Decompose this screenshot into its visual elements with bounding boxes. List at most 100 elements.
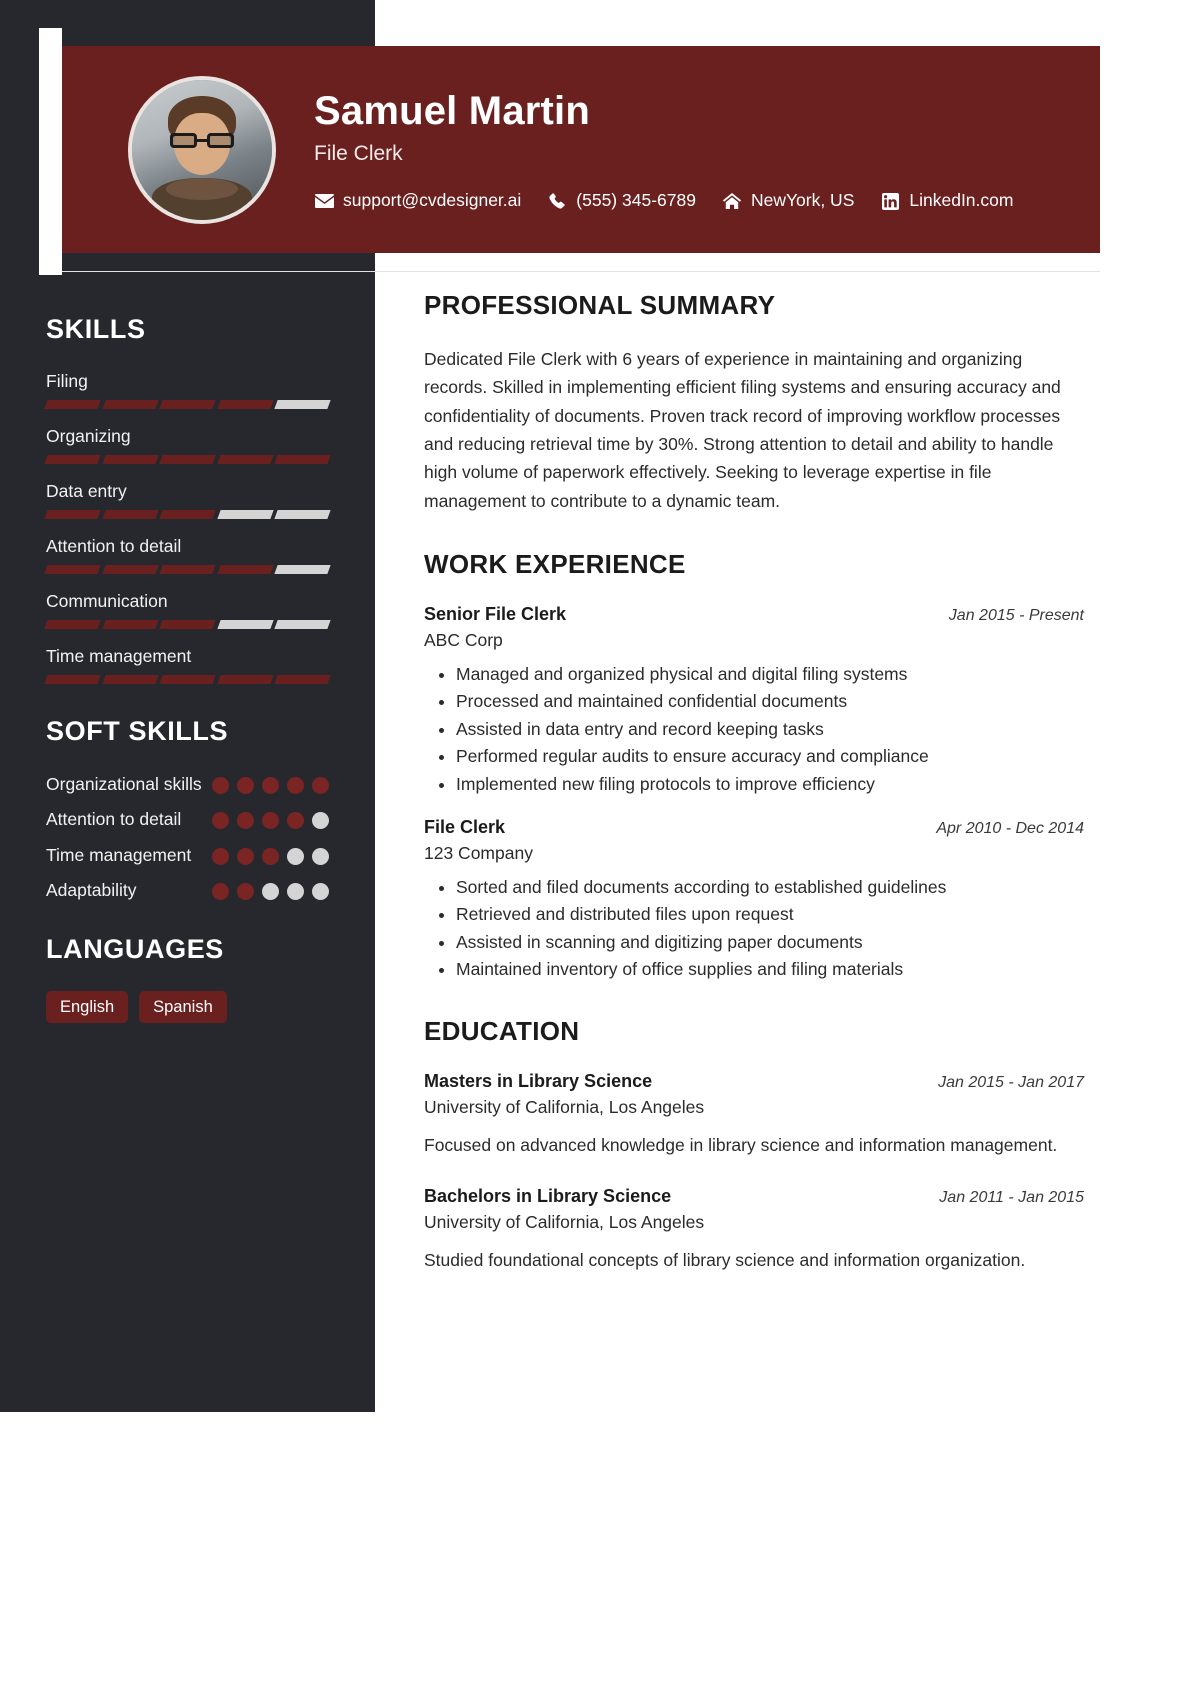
education-entry-header: Masters in Library Science Jan 2015 - Jan… xyxy=(424,1071,1084,1092)
work-entry-company: ABC Corp xyxy=(424,630,503,651)
page-title: Samuel Martin xyxy=(314,89,590,134)
contact-email[interactable]: support@cvdesigner.ai xyxy=(314,192,521,210)
rating-dot xyxy=(212,847,229,865)
contact-phone[interactable]: (555) 345-6789 xyxy=(547,192,696,210)
education-entry-description: Focused on advanced knowledge in library… xyxy=(424,1135,1058,1156)
skill-bar-segment xyxy=(217,565,274,574)
list-item: Processed and maintained confidential do… xyxy=(456,689,1084,714)
skill-level-bar xyxy=(44,675,331,684)
education-list: Masters in Library Science Jan 2015 - Jan… xyxy=(424,1071,1084,1273)
rating-dot xyxy=(212,812,229,830)
rating-dot xyxy=(312,883,329,901)
work-entry-bullets: Sorted and filed documents according to … xyxy=(424,875,1084,983)
soft-skills-heading: SOFT SKILLS xyxy=(46,716,229,746)
skill-bar-segment xyxy=(159,400,216,409)
soft-skills-list: Organizational skills Attention to detail… xyxy=(46,773,329,902)
skill-bar-segment xyxy=(274,455,331,464)
sidebar: SKILLS Filing Organizing Data entry Attenti… xyxy=(0,290,375,1024)
skill-item: Organizing xyxy=(44,426,331,464)
rating-dot xyxy=(312,812,329,830)
skill-item: Filing xyxy=(44,371,331,409)
soft-skill-rating xyxy=(212,879,329,901)
list-item: Assisted in data entry and record keepin… xyxy=(456,717,1084,742)
main-content: PROFESSIONAL SUMMARY Dedicated File Cler… xyxy=(424,290,1084,1308)
skill-bar-segment xyxy=(274,675,331,684)
skill-bar-segment xyxy=(274,400,331,409)
envelope-icon xyxy=(314,193,335,210)
contact-list: support@cvdesigner.ai (555) 345-6789 New… xyxy=(314,192,1039,210)
skill-bar-segment xyxy=(101,620,158,629)
skills-list: Filing Organizing Data entry Attention to d… xyxy=(44,371,331,684)
work-entry: Senior File Clerk Jan 2015 - Present ABC C… xyxy=(424,604,1084,797)
rating-dot xyxy=(237,883,254,901)
education-entry-school: University of California, Los Angeles xyxy=(424,1211,705,1232)
rating-dot xyxy=(237,777,254,794)
professional-summary-heading: PROFESSIONAL SUMMARY xyxy=(424,290,776,320)
work-entry-date: Apr 2010 - Dec 2014 xyxy=(936,819,1084,837)
skill-bar-segment xyxy=(217,400,274,409)
work-entry-header: File Clerk Apr 2010 - Dec 2014 xyxy=(424,817,1084,838)
skill-level-bar xyxy=(44,455,331,464)
avatar xyxy=(128,75,276,224)
education-section: EDUCATION Masters in Library Science Jan … xyxy=(424,1016,1084,1273)
professional-summary-section: PROFESSIONAL SUMMARY Dedicated File Cler… xyxy=(424,290,1084,515)
home-icon xyxy=(722,193,743,210)
skill-bar-segment xyxy=(101,510,158,519)
skill-bar-segment xyxy=(159,455,216,464)
rating-dot xyxy=(212,883,229,901)
work-experience-section: WORK EXPERIENCE Senior File Clerk Jan 201… xyxy=(424,549,1084,982)
skill-item: Time management xyxy=(44,646,331,684)
skill-label: Filing xyxy=(46,371,88,391)
skill-bar-segment xyxy=(159,510,216,519)
soft-skill-label: Organizational skills xyxy=(46,774,202,794)
skill-bar-segment xyxy=(101,675,158,684)
professional-summary-text: Dedicated File Clerk with 6 years of exp… xyxy=(424,349,1061,511)
resume-header: Samuel Martin File Clerk support@cvdesig… xyxy=(62,46,1100,253)
contact-linkedin[interactable]: LinkedIn.com xyxy=(880,192,1013,210)
list-item: Implemented new filing protocols to impr… xyxy=(456,772,1084,797)
rating-dot xyxy=(287,883,304,901)
skill-label: Attention to detail xyxy=(46,536,182,556)
skill-bar-segment xyxy=(274,620,331,629)
skill-bar-segment xyxy=(101,400,158,409)
header-left-white-edge xyxy=(39,28,62,275)
languages-list: English Spanish xyxy=(46,990,329,1024)
list-item: Retrieved and distributed files upon req… xyxy=(456,902,1084,927)
rating-dot xyxy=(262,883,279,901)
job-title: File Clerk xyxy=(314,142,403,166)
contact-linkedin-text: LinkedIn.com xyxy=(909,190,1014,211)
soft-skill-item: Adaptability xyxy=(46,879,329,901)
skill-label: Organizing xyxy=(46,426,131,446)
education-entry-degree: Masters in Library Science xyxy=(424,1071,653,1092)
skill-item: Communication xyxy=(44,591,331,629)
skill-level-bar xyxy=(44,565,331,574)
rating-dot xyxy=(212,777,229,794)
soft-skill-rating xyxy=(212,844,329,865)
skill-bar-segment xyxy=(159,620,216,629)
soft-skill-rating xyxy=(212,808,329,830)
rating-dot xyxy=(237,847,254,865)
work-entry-header: Senior File Clerk Jan 2015 - Present xyxy=(424,604,1084,625)
education-entry-school: University of California, Los Angeles xyxy=(424,1097,705,1118)
skill-bar-segment xyxy=(274,510,331,519)
skill-bar-segment xyxy=(159,565,216,574)
phone-icon xyxy=(547,192,568,210)
rating-dot xyxy=(287,812,304,830)
work-experience-list: Senior File Clerk Jan 2015 - Present ABC C… xyxy=(424,604,1084,982)
skill-level-bar xyxy=(44,400,331,409)
skill-bar-segment xyxy=(44,400,101,409)
rating-dot xyxy=(237,812,254,830)
skill-level-bar xyxy=(44,510,331,519)
rating-dot xyxy=(312,847,329,865)
skill-item: Attention to detail xyxy=(44,536,331,574)
education-entry-date: Jan 2011 - Jan 2015 xyxy=(939,1188,1084,1206)
list-item: Managed and organized physical and digit… xyxy=(456,662,1084,687)
skill-bar-segment xyxy=(217,620,274,629)
skill-bar-segment xyxy=(44,510,101,519)
education-entry-degree: Bachelors in Library Science xyxy=(424,1185,672,1206)
education-heading: EDUCATION xyxy=(424,1016,580,1047)
work-entry: File Clerk Apr 2010 - Dec 2014 123 Company… xyxy=(424,817,1084,983)
rating-dot xyxy=(312,777,329,794)
education-entry-header: Bachelors in Library Science Jan 2011 - J… xyxy=(424,1186,1084,1207)
contact-location[interactable]: NewYork, US xyxy=(722,192,854,210)
